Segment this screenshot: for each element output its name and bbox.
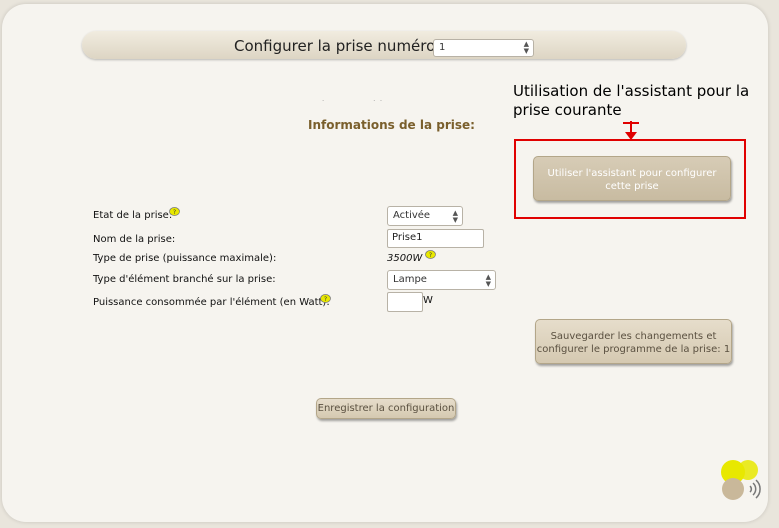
power-input[interactable] <box>387 292 423 312</box>
svg-text:?: ? <box>324 296 327 303</box>
decorative-dots: · · · <box>322 97 383 105</box>
element-value: Lampe <box>393 274 427 285</box>
name-input[interactable]: Prise1 <box>387 229 484 248</box>
element-label: Type d'élément branché sur la prise: <box>93 274 276 285</box>
svg-text:?: ? <box>173 209 176 216</box>
save-config-button-label: Enregistrer la configuration <box>317 403 455 414</box>
red-arrow-icon <box>623 121 639 140</box>
save-config-button[interactable]: Enregistrer la configuration <box>316 398 456 419</box>
svg-text:?: ? <box>429 252 432 259</box>
header-label: Configurer la prise numéro <box>234 37 436 55</box>
logo-icon <box>721 460 761 500</box>
power-unit: W <box>423 295 433 306</box>
name-label: Nom de la prise: <box>93 234 176 245</box>
help-icon[interactable]: ? <box>320 294 331 304</box>
outlet-number-value: 1 <box>439 42 446 53</box>
power-label: Puissance consommée par l'élément (en Wa… <box>93 297 330 308</box>
help-icon[interactable]: ? <box>169 207 180 217</box>
outlet-number-select[interactable]: 1 ▲ ▼ <box>433 39 534 57</box>
assistant-button[interactable]: Utiliser l'assistant pour configurer cet… <box>533 156 731 201</box>
help-icon[interactable]: ? <box>425 250 436 260</box>
type-label: Type de prise (puissance maximale): <box>93 253 277 264</box>
state-select[interactable]: Activée ▲ ▼ <box>387 206 463 226</box>
select-arrows-icon: ▲ ▼ <box>452 209 458 224</box>
save-program-button[interactable]: Sauvegarder les changements et configure… <box>535 319 732 364</box>
select-arrows-icon: ▲ ▼ <box>523 40 529 55</box>
select-arrows-icon: ▲ ▼ <box>485 273 491 288</box>
element-select[interactable]: Lampe ▲ ▼ <box>387 270 496 290</box>
save-program-button-label: Sauvegarder les changements et configure… <box>536 331 731 355</box>
assistant-annotation: Utilisation de l'assistant pour la prise… <box>513 82 750 119</box>
state-label: Etat de la prise: <box>93 210 173 221</box>
assistant-button-label: Utiliser l'assistant pour configurer cet… <box>547 168 717 192</box>
name-value: Prise1 <box>392 232 423 243</box>
state-value: Activée <box>393 210 431 221</box>
type-value: 3500W <box>387 253 423 264</box>
section-title: Informations de la prise: <box>308 118 475 132</box>
